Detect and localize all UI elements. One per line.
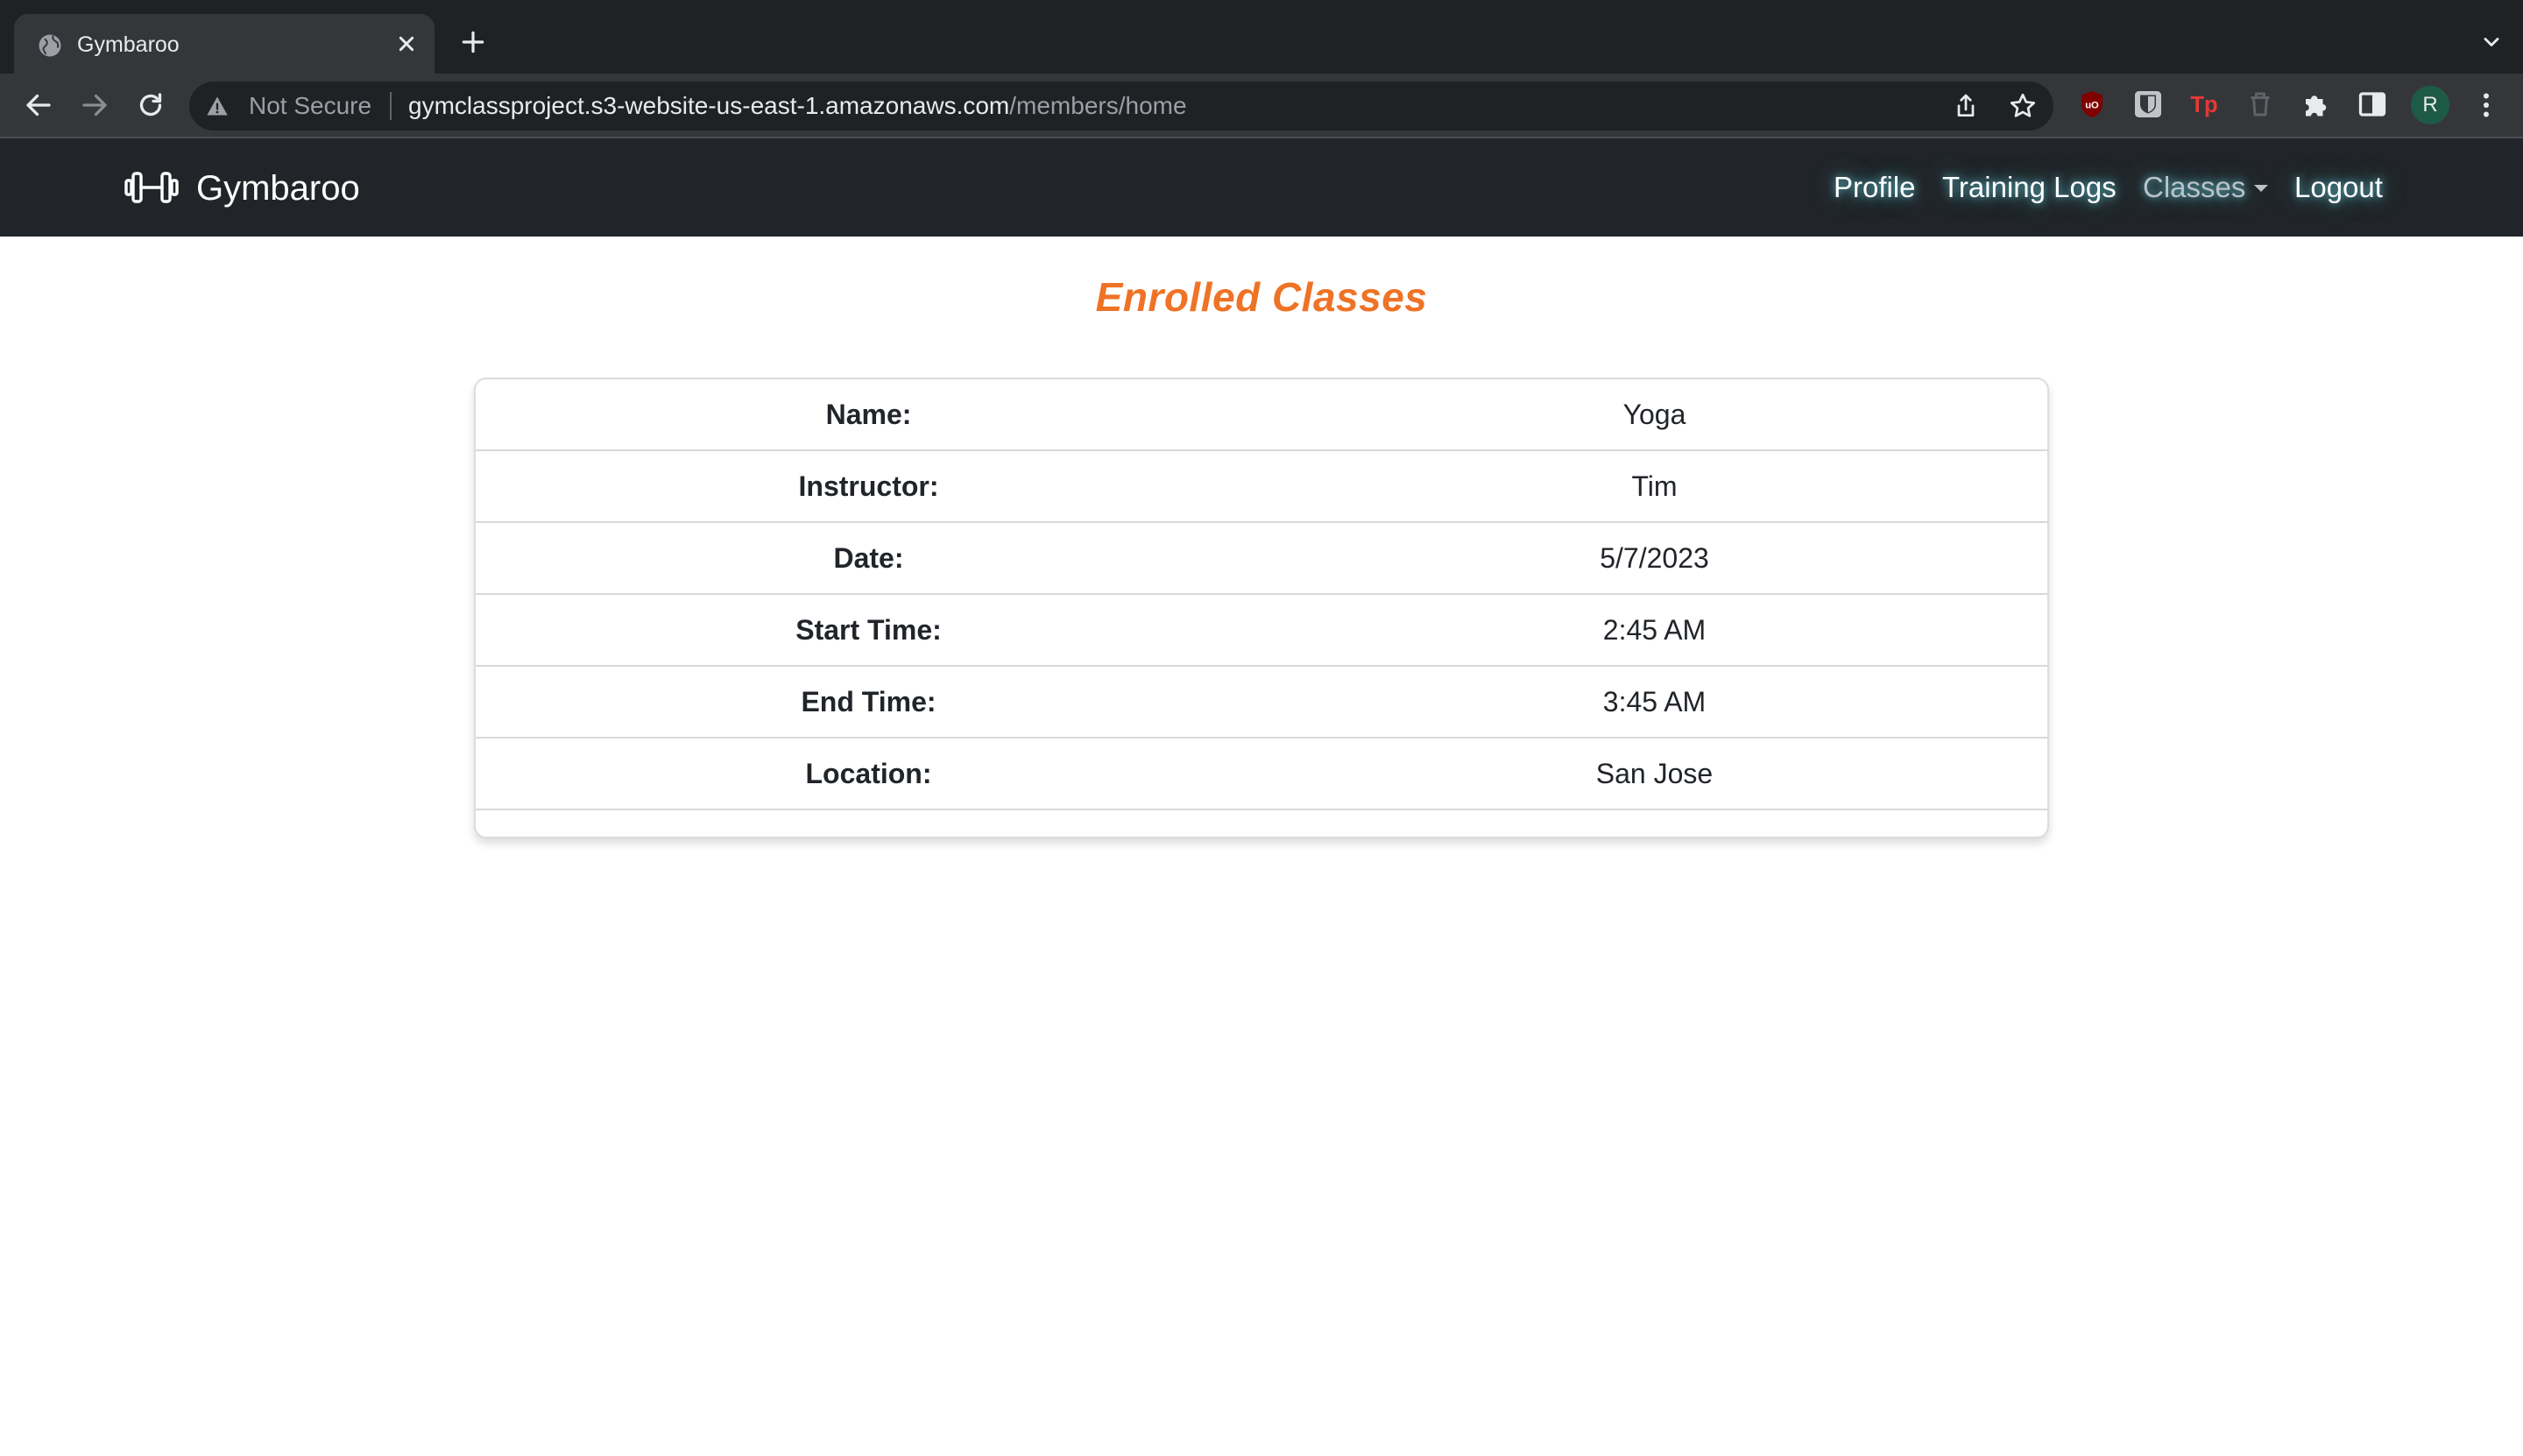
bitwarden-icon[interactable] <box>2132 88 2164 120</box>
sidebar-icon[interactable] <box>2357 88 2388 120</box>
nav-logout-link[interactable]: Logout <box>2294 170 2383 205</box>
tp-icon[interactable]: Tp <box>2188 88 2220 120</box>
detail-label: End Time: <box>801 686 936 717</box>
detail-row-start-time: Start Time: 2:45 AM <box>476 595 2047 667</box>
ublock-icon[interactable]: uO <box>2076 88 2108 120</box>
detail-row-location: Location: San Jose <box>476 739 2047 810</box>
url-host: gymclassproject.s3-website-us-east-1.ama… <box>408 92 1010 119</box>
address-bar[interactable]: Not Secure gymclassproject.s3-website-us… <box>189 81 2053 131</box>
detail-label: Instructor: <box>798 470 939 502</box>
back-icon[interactable] <box>23 89 54 121</box>
detail-label: Location: <box>805 758 932 789</box>
more-icon[interactable] <box>2470 88 2502 123</box>
detail-row-end-time: End Time: 3:45 AM <box>476 667 2047 739</box>
nav-training-logs-link[interactable]: Training Logs <box>1942 170 2117 205</box>
nav-classes-label: Classes <box>2143 171 2246 203</box>
detail-label: Start Time: <box>795 614 942 646</box>
detail-value: Yoga <box>1622 399 1686 430</box>
puzzle-icon[interactable] <box>2300 88 2332 120</box>
warning-icon[interactable] <box>205 94 230 118</box>
page-title: Enrolled Classes <box>1095 274 1428 320</box>
svg-text:uO: uO <box>2085 101 2099 111</box>
plus-icon[interactable] <box>459 28 487 56</box>
url-path: /members/home <box>1009 92 1187 119</box>
close-icon[interactable] <box>392 30 420 58</box>
url-text[interactable]: gymclassproject.s3-website-us-east-1.ama… <box>408 93 1187 119</box>
class-details-card: Name: Yoga Instructor: Tim Date: 5/7/202… <box>474 378 2049 838</box>
browser-toolbar: Not Secure gymclassproject.s3-website-us… <box>0 74 2523 137</box>
detail-value: San Jose <box>1595 758 1714 789</box>
browser-tab[interactable]: Gymbaroo <box>14 14 435 74</box>
detail-value: 3:45 AM <box>1602 686 1707 717</box>
nav-classes-dropdown[interactable]: Classes <box>2143 170 2269 205</box>
security-status[interactable]: Not Secure <box>249 93 371 119</box>
browser-tab-strip: Gymbaroo <box>0 0 2523 74</box>
chevron-down-icon[interactable] <box>2479 30 2504 54</box>
profile-avatar[interactable]: R <box>2411 86 2449 124</box>
detail-row-instructor: Instructor: Tim <box>476 451 2047 523</box>
detail-row-date: Date: 5/7/2023 <box>476 523 2047 595</box>
detail-value: Tim <box>1631 470 1678 502</box>
nav-profile-link[interactable]: Profile <box>1834 170 1916 205</box>
share-icon[interactable] <box>1952 92 1980 120</box>
detail-value: 2:45 AM <box>1602 614 1707 646</box>
detail-label: Date: <box>833 542 904 574</box>
tab-title: Gymbaroo <box>77 32 180 57</box>
svg-text:Tp: Tp <box>2190 93 2217 117</box>
globe-icon <box>39 34 61 57</box>
reload-icon[interactable] <box>135 89 166 121</box>
site-navbar: Gymbaroo Profile Training Logs Classes L… <box>0 137 2523 237</box>
caret-down-icon <box>2254 185 2269 192</box>
star-icon[interactable] <box>2008 91 2038 121</box>
detail-label: Name: <box>825 399 912 430</box>
detail-row-name: Name: Yoga <box>476 379 2047 451</box>
dumbbell-icon[interactable] <box>124 170 179 205</box>
forward-icon[interactable] <box>79 89 110 121</box>
brand-name[interactable]: Gymbaroo <box>196 168 360 209</box>
divider <box>390 92 392 120</box>
trash-icon[interactable] <box>2244 88 2276 120</box>
detail-value: 5/7/2023 <box>1600 542 1709 574</box>
